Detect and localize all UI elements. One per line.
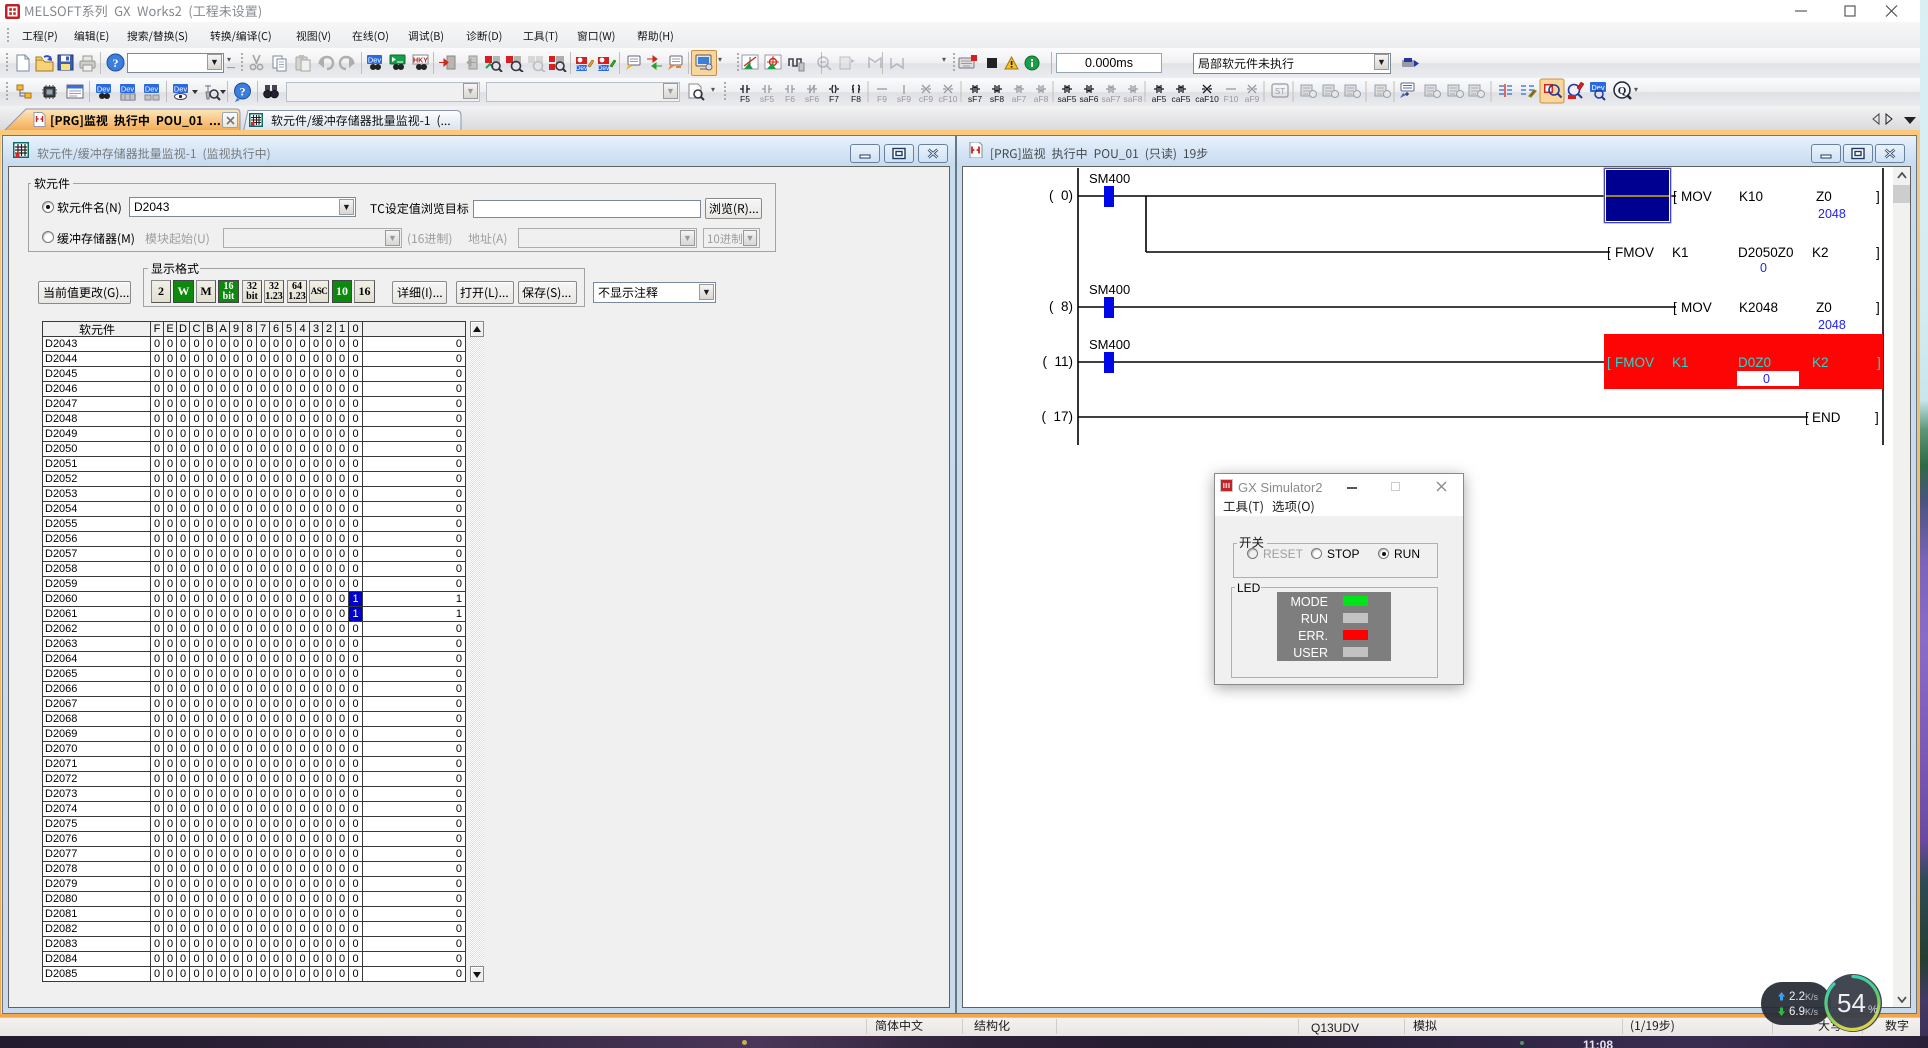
svg-text:K2: K2 (1812, 355, 1829, 370)
svg-text:Z0: Z0 (1816, 300, 1832, 315)
svg-text:sF9: sF9 (897, 94, 911, 104)
svg-text:( 11): ( 11) (1042, 354, 1073, 369)
svg-text:saF5: saF5 (1058, 94, 1077, 104)
svg-text:2048: 2048 (1818, 318, 1846, 332)
svg-text:[: [ (1805, 410, 1809, 425)
svg-text:F8: F8 (851, 94, 861, 104)
svg-text:END: END (1812, 410, 1841, 425)
svg-text:K1: K1 (1672, 355, 1689, 370)
svg-text:MOV: MOV (1681, 300, 1712, 315)
svg-text:saF7: saF7 (1102, 94, 1121, 104)
svg-text:sF7: sF7 (968, 94, 982, 104)
svg-text:]: ] (1876, 189, 1880, 204)
svg-text:54: 54 (1837, 988, 1866, 1018)
svg-text:aF7: aF7 (1012, 94, 1027, 104)
svg-text:MOV: MOV (1681, 189, 1712, 204)
svg-text:]: ] (1876, 300, 1880, 315)
svg-text:K1: K1 (1672, 245, 1689, 260)
svg-text:( 17): ( 17) (1041, 409, 1073, 424)
svg-text:6.9K/s: 6.9K/s (1789, 1006, 1819, 1018)
svg-text:]: ] (1876, 245, 1880, 260)
svg-text:%: % (1868, 1004, 1878, 1016)
svg-text:SM400: SM400 (1089, 337, 1130, 352)
svg-text:K2: K2 (1812, 245, 1829, 260)
svg-text:0: 0 (1760, 261, 1767, 275)
svg-text:aF8: aF8 (1034, 94, 1049, 104)
svg-text:Q: Q (1618, 85, 1627, 97)
svg-text:( 8): ( 8) (1049, 299, 1073, 314)
svg-text:F7: F7 (829, 94, 839, 104)
svg-text:[: [ (1673, 300, 1677, 315)
svg-text:( 0): ( 0) (1049, 188, 1073, 203)
svg-text:sF8: sF8 (990, 94, 1004, 104)
svg-text:F10: F10 (1224, 94, 1239, 104)
svg-text:F9: F9 (877, 94, 887, 104)
svg-text:D0Z0: D0Z0 (1738, 355, 1771, 370)
svg-text:saF8: saF8 (1124, 94, 1143, 104)
svg-text:K10: K10 (1739, 189, 1763, 204)
svg-text:caF10: caF10 (1195, 94, 1219, 104)
svg-text:0: 0 (1763, 372, 1770, 386)
svg-text:[: [ (1673, 189, 1677, 204)
svg-text:aF5: aF5 (1152, 94, 1167, 104)
svg-text:saF6: saF6 (1080, 94, 1099, 104)
svg-text:SM400: SM400 (1089, 282, 1130, 297)
svg-text:]: ] (1875, 410, 1879, 425)
svg-text:cF9: cF9 (919, 94, 933, 104)
svg-text:ST: ST (1275, 87, 1285, 96)
svg-text:cF10: cF10 (939, 94, 958, 104)
svg-text:sF5: sF5 (760, 94, 774, 104)
svg-text:2.2K/s: 2.2K/s (1789, 991, 1819, 1003)
svg-text:[: [ (1607, 245, 1611, 260)
svg-text:F6: F6 (785, 94, 795, 104)
svg-text:D2050Z0: D2050Z0 (1738, 245, 1794, 260)
svg-text:aF9: aF9 (1245, 94, 1260, 104)
svg-text:SM400: SM400 (1089, 171, 1130, 186)
svg-text:[: [ (1607, 355, 1611, 370)
svg-text:caF5: caF5 (1172, 94, 1191, 104)
svg-text:sF6: sF6 (805, 94, 819, 104)
svg-text:]: ] (1877, 355, 1881, 370)
svg-text:K2048: K2048 (1739, 300, 1778, 315)
svg-text:F5: F5 (740, 94, 750, 104)
svg-text:2048: 2048 (1818, 207, 1846, 221)
svg-text:Z0: Z0 (1816, 189, 1832, 204)
svg-text:FMOV: FMOV (1615, 245, 1654, 260)
svg-text:FMOV: FMOV (1615, 355, 1654, 370)
